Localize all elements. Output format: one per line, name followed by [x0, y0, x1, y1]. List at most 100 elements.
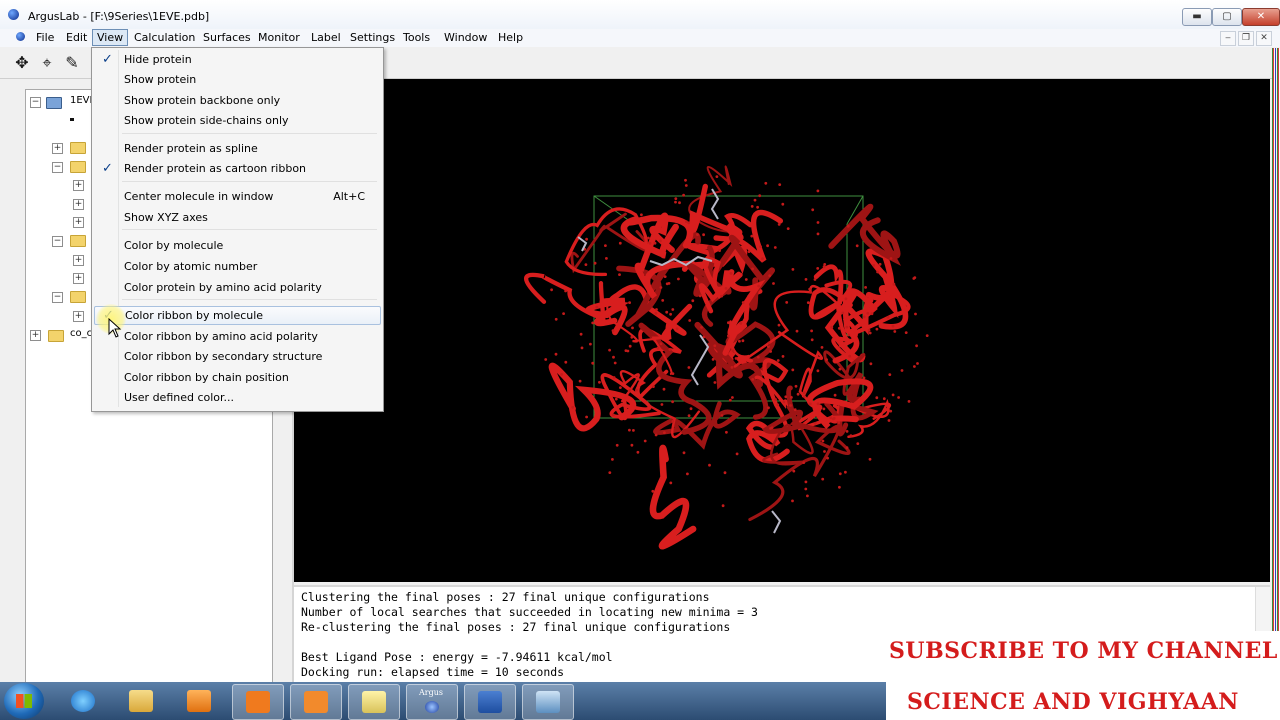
expand-icon[interactable]: + — [73, 199, 84, 210]
menu-settings[interactable]: Settings — [346, 30, 399, 45]
document-close-button[interactable]: ✕ — [1256, 31, 1272, 46]
water-dot — [739, 322, 743, 325]
water-dot — [720, 414, 724, 417]
taskbar-app-orange[interactable] — [232, 684, 284, 720]
taskbar-app-folder[interactable] — [348, 684, 400, 720]
water-dot — [608, 348, 611, 352]
expand-icon[interactable]: + — [73, 180, 84, 191]
taskbar-word[interactable] — [464, 684, 516, 720]
menu-item-label: Center molecule in window — [124, 190, 274, 203]
document-restore-button[interactable]: ❐ — [1238, 31, 1254, 46]
menu-item-label: Color protein by amino acid polarity — [124, 281, 322, 294]
water-dot — [756, 205, 759, 209]
water-dot — [809, 290, 812, 294]
menu-item-color-ribbon-by-molecule[interactable]: ✓Color ribbon by molecule — [94, 306, 381, 325]
water-dot — [782, 400, 786, 404]
menu-item-show-protein[interactable]: Show protein — [94, 70, 379, 89]
water-dot — [659, 286, 663, 289]
water-dot — [684, 184, 688, 187]
expand-icon[interactable]: + — [73, 311, 84, 322]
start-button[interactable] — [4, 683, 44, 719]
water-dot — [869, 362, 873, 366]
water-dot — [868, 457, 872, 461]
taskbar-app-camera[interactable] — [290, 684, 342, 720]
document-minimize-button[interactable]: ‒ — [1220, 31, 1236, 46]
menu-item-color-by-molecule[interactable]: Color by molecule — [94, 236, 379, 255]
water-dot — [735, 452, 739, 456]
select-icon[interactable]: ✎ — [62, 53, 82, 73]
water-dot — [816, 402, 820, 406]
maximize-button[interactable]: ▢ — [1212, 8, 1242, 26]
collapse-icon[interactable]: − — [52, 292, 63, 303]
menu-item-hide-protein[interactable]: ✓ Hide protein — [94, 50, 379, 69]
expand-icon[interactable]: + — [73, 217, 84, 228]
menu-tools[interactable]: Tools — [399, 30, 434, 45]
collapse-icon[interactable]: − — [52, 236, 63, 247]
water-dot — [804, 278, 808, 281]
water-dot — [846, 224, 850, 228]
water-dot — [864, 286, 867, 289]
menu-help[interactable]: Help — [494, 30, 527, 45]
expand-icon[interactable]: + — [52, 143, 63, 154]
water-dot — [816, 189, 820, 193]
taskbar-arguslab[interactable]: Argus — [406, 684, 458, 720]
window-title: ArgusLab - [F:\9Series\1EVE.pdb] — [28, 10, 210, 23]
water-dot — [674, 200, 677, 204]
collapse-icon[interactable]: − — [30, 97, 41, 108]
menu-window[interactable]: Window — [440, 30, 491, 45]
menu-item-color-ribbon-by-secondary-structure[interactable]: Color ribbon by secondary structure — [94, 347, 379, 366]
taskbar-media[interactable] — [174, 684, 224, 718]
menu-item-color-protein-by-amino-acid-polarity[interactable]: Color protein by amino acid polarity — [94, 278, 379, 297]
water-dot — [550, 288, 553, 292]
minimize-button[interactable]: ▬ — [1182, 8, 1212, 26]
menu-item-render-protein-as-cartoon-ribbon[interactable]: ✓ Render protein as cartoon ribbon — [94, 159, 379, 178]
menu-item-render-protein-as-spline[interactable]: Render protein as spline — [94, 139, 379, 158]
menu-item-center-molecule-in-window[interactable]: Center molecule in window Alt+C — [94, 187, 379, 206]
menu-view[interactable]: View — [92, 29, 129, 46]
expand-icon[interactable]: + — [30, 330, 41, 341]
water-dot — [691, 299, 695, 303]
water-dot — [776, 403, 780, 407]
menu-item-color-ribbon-by-amino-acid-polarity[interactable]: Color ribbon by amino acid polarity — [94, 327, 379, 346]
molecule-viewport[interactable] — [294, 79, 1270, 582]
water-dot — [774, 398, 777, 401]
close-button[interactable]: ✕ — [1242, 8, 1280, 26]
taskbar-app-window[interactable] — [522, 684, 574, 720]
menu-monitor[interactable]: Monitor — [254, 30, 304, 45]
water-dot — [897, 396, 900, 399]
taskbar-ie[interactable] — [58, 684, 108, 718]
menu-item-user-defined-color[interactable]: User defined color... — [94, 388, 379, 407]
water-dot — [875, 396, 879, 400]
water-dot — [677, 277, 680, 281]
menu-surfaces[interactable]: Surfaces — [199, 30, 255, 45]
arguslab-app-icon[interactable] — [8, 9, 19, 20]
taskbar-explorer[interactable] — [116, 684, 166, 718]
menu-item-label: Render protein as spline — [124, 142, 258, 155]
expand-icon[interactable]: + — [73, 273, 84, 284]
water-dot — [822, 265, 826, 269]
water-dot — [725, 430, 728, 434]
water-dot — [727, 334, 730, 338]
menu-edit[interactable]: Edit — [62, 30, 91, 45]
menu-calculation[interactable]: Calculation — [130, 30, 199, 45]
menu-item-show-protein-backbone-only[interactable]: Show protein backbone only — [94, 91, 379, 110]
menu-file[interactable]: File — [32, 30, 58, 45]
menu-label[interactable]: Label — [307, 30, 345, 45]
water-dot — [652, 385, 655, 388]
water-dot — [630, 335, 634, 339]
document-system-icon[interactable] — [16, 32, 25, 41]
log-line: Best Ligand Pose : energy = -7.94611 kca… — [301, 650, 613, 664]
water-dot — [700, 326, 703, 329]
menu-item-show-xyz-axes[interactable]: Show XYZ axes — [94, 208, 379, 227]
water-dot — [769, 350, 772, 353]
water-dot — [662, 387, 666, 391]
water-dot — [687, 366, 691, 369]
water-dot — [728, 398, 732, 402]
rotate-icon[interactable]: ⌖ — [37, 53, 57, 73]
collapse-icon[interactable]: − — [52, 162, 63, 173]
menu-item-show-protein-side-chains-only[interactable]: Show protein side-chains only — [94, 111, 379, 130]
expand-icon[interactable]: + — [73, 255, 84, 266]
menu-item-color-by-atomic-number[interactable]: Color by atomic number — [94, 257, 379, 276]
menu-item-color-ribbon-by-chain-position[interactable]: Color ribbon by chain position — [94, 368, 379, 387]
move-icon[interactable]: ✥ — [12, 53, 32, 73]
